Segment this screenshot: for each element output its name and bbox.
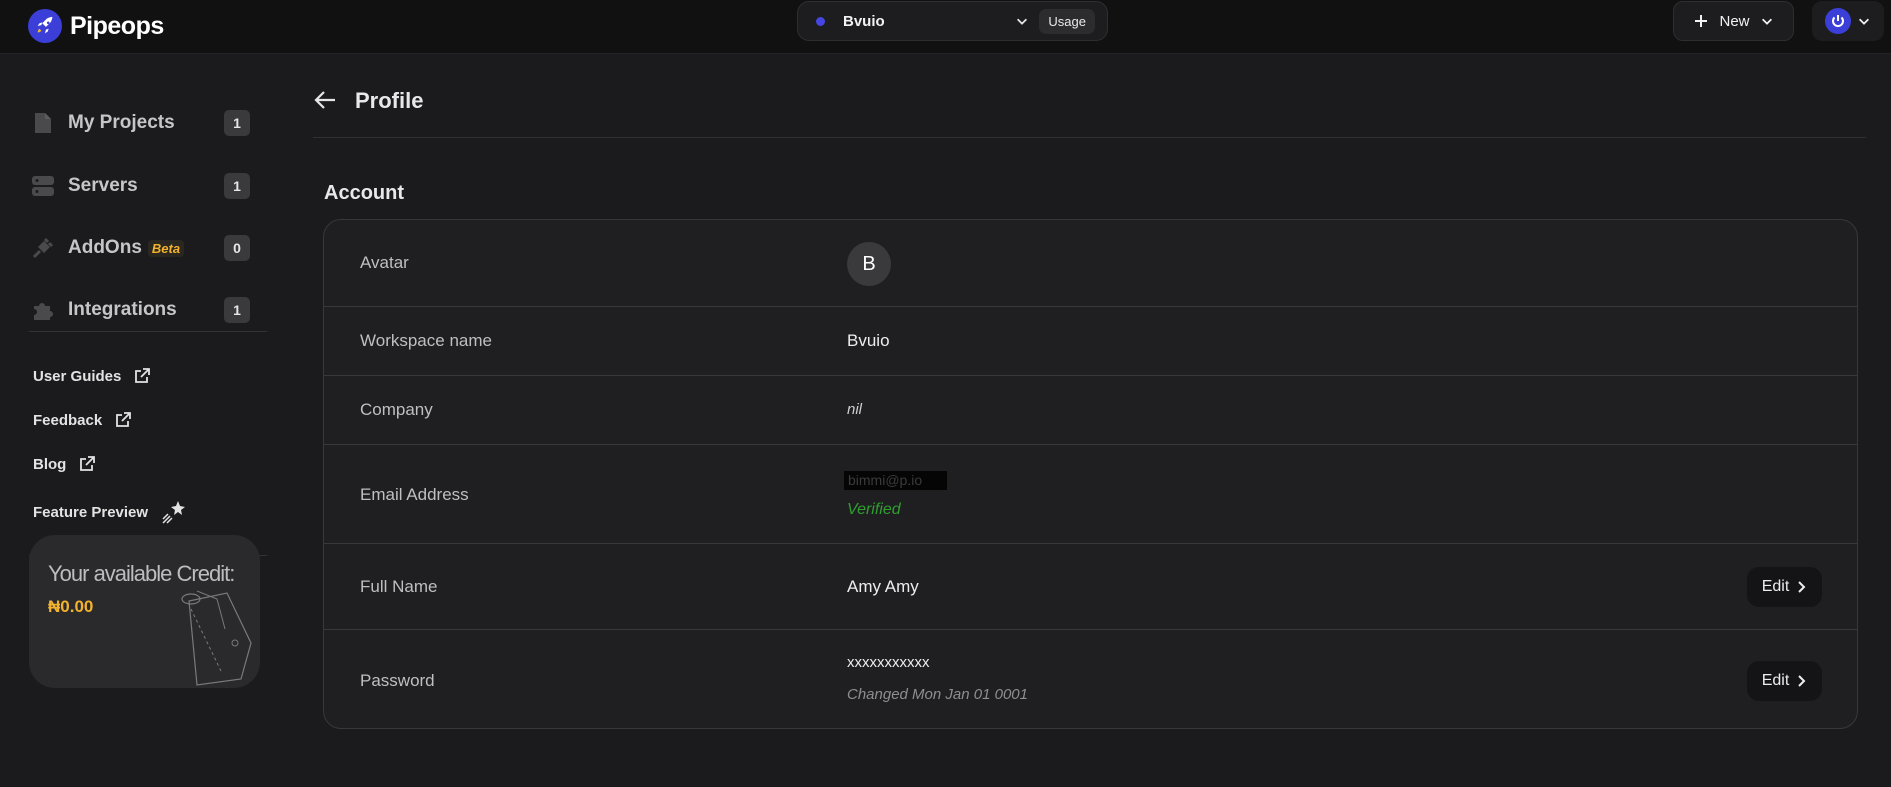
company-row: Company nil (324, 376, 1857, 445)
password-value: xxxxxxxxxxx (847, 654, 930, 671)
sidebar-item-my-projects[interactable]: My Projects 1 (30, 103, 250, 143)
count-badge: 0 (224, 235, 250, 261)
count-badge: 1 (224, 297, 250, 323)
verified-status: Verified (847, 501, 901, 518)
edit-full-name-button[interactable]: Edit (1747, 567, 1822, 607)
email-value: bimmi@p.io (844, 471, 947, 490)
company-value: nil (847, 401, 863, 418)
account-card: Avatar B Workspace name Bvuio Company ni… (323, 219, 1858, 729)
external-link-icon (80, 456, 96, 471)
avatar-row: Avatar B (324, 220, 1857, 307)
page-title: Profile (355, 88, 424, 113)
row-label: Email Address (360, 485, 469, 504)
sidebar-item-label: Servers (68, 175, 138, 196)
rocket-logo-icon (28, 9, 62, 43)
power-icon (1825, 8, 1851, 34)
workspace-name-row: Workspace name Bvuio (324, 307, 1857, 376)
usage-button[interactable]: Usage (1039, 8, 1095, 34)
account-menu-button[interactable] (1812, 1, 1884, 41)
full-name-row: Full Name Amy Amy Edit (324, 544, 1857, 630)
app-logo[interactable]: Pipeops (28, 9, 164, 43)
count-badge: 1 (224, 110, 250, 136)
row-label: Full Name (360, 577, 438, 596)
password-changed-date: Changed Mon Jan 01 0001 (847, 686, 1028, 703)
chevron-down-icon[interactable] (1015, 14, 1029, 28)
credit-title: Your available Credit: (48, 561, 235, 586)
file-icon (30, 110, 56, 136)
password-row: Password xxxxxxxxxxx Changed Mon Jan 01 … (324, 630, 1857, 728)
header-divider (313, 137, 1866, 138)
sidebar-item-servers[interactable]: Servers 1 (30, 166, 250, 206)
plug-icon (30, 235, 56, 261)
back-arrow-icon[interactable] (313, 88, 339, 112)
external-link-icon (116, 412, 132, 427)
credit-amount: ₦0.00 (48, 597, 94, 616)
puzzle-icon (30, 297, 56, 323)
app-name: Pipeops (70, 11, 164, 40)
sidebar-item-integrations[interactable]: Integrations 1 (30, 290, 250, 330)
sidebar-item-label: AddOns (68, 237, 142, 258)
edit-password-button[interactable]: Edit (1747, 661, 1822, 701)
row-label: Workspace name (360, 331, 492, 350)
link-label: Feature Preview (33, 503, 149, 521)
chevron-right-icon (1798, 581, 1806, 593)
user-guides-link[interactable]: User Guides (33, 367, 151, 385)
avatar[interactable]: B (847, 242, 891, 286)
feedback-link[interactable]: Feedback (33, 411, 132, 429)
count-badge: 1 (224, 173, 250, 199)
plus-icon (1695, 15, 1708, 27)
email-row: Email Address bimmi@p.io Verified (324, 445, 1857, 544)
row-label: Password (360, 671, 435, 690)
feature-preview-link[interactable]: Feature Preview (33, 499, 188, 525)
chevron-right-icon (1798, 675, 1806, 687)
wallet-illustration-icon (181, 590, 252, 686)
workspace-status-dot (816, 16, 825, 26)
sidebar-item-label: Integrations (68, 299, 177, 320)
link-label: Blog (33, 455, 67, 473)
sidebar-divider (29, 331, 267, 332)
full-name-value: Amy Amy (847, 577, 919, 596)
beta-badge: Beta (147, 239, 185, 257)
workspace-name: Bvuio (843, 12, 885, 30)
link-label: Feedback (33, 411, 103, 429)
chevron-down-icon (1761, 18, 1772, 25)
server-icon (30, 173, 56, 199)
new-button-label: New (1719, 12, 1750, 30)
sidebar-item-addons[interactable]: AddOns Beta 0 (30, 228, 250, 268)
workspace-name-value: Bvuio (847, 331, 890, 350)
external-link-icon (135, 368, 151, 383)
sparkle-star-icon (162, 501, 186, 524)
sidebar-item-label: My Projects (68, 112, 175, 133)
row-label: Avatar (360, 253, 409, 272)
section-title: Account (324, 182, 404, 204)
blog-link[interactable]: Blog (33, 455, 96, 473)
credit-card: Your available Credit: ₦0.00 (29, 535, 260, 688)
top-bar: Pipeops Bvuio Usage New (0, 0, 1891, 54)
chevron-down-icon (1859, 18, 1869, 25)
workspace-switcher[interactable]: Bvuio Usage (797, 1, 1108, 41)
edit-label: Edit (1761, 578, 1790, 595)
edit-label: Edit (1761, 672, 1790, 689)
new-button[interactable]: New (1673, 1, 1794, 41)
link-label: User Guides (33, 367, 122, 385)
row-label: Company (360, 400, 433, 419)
